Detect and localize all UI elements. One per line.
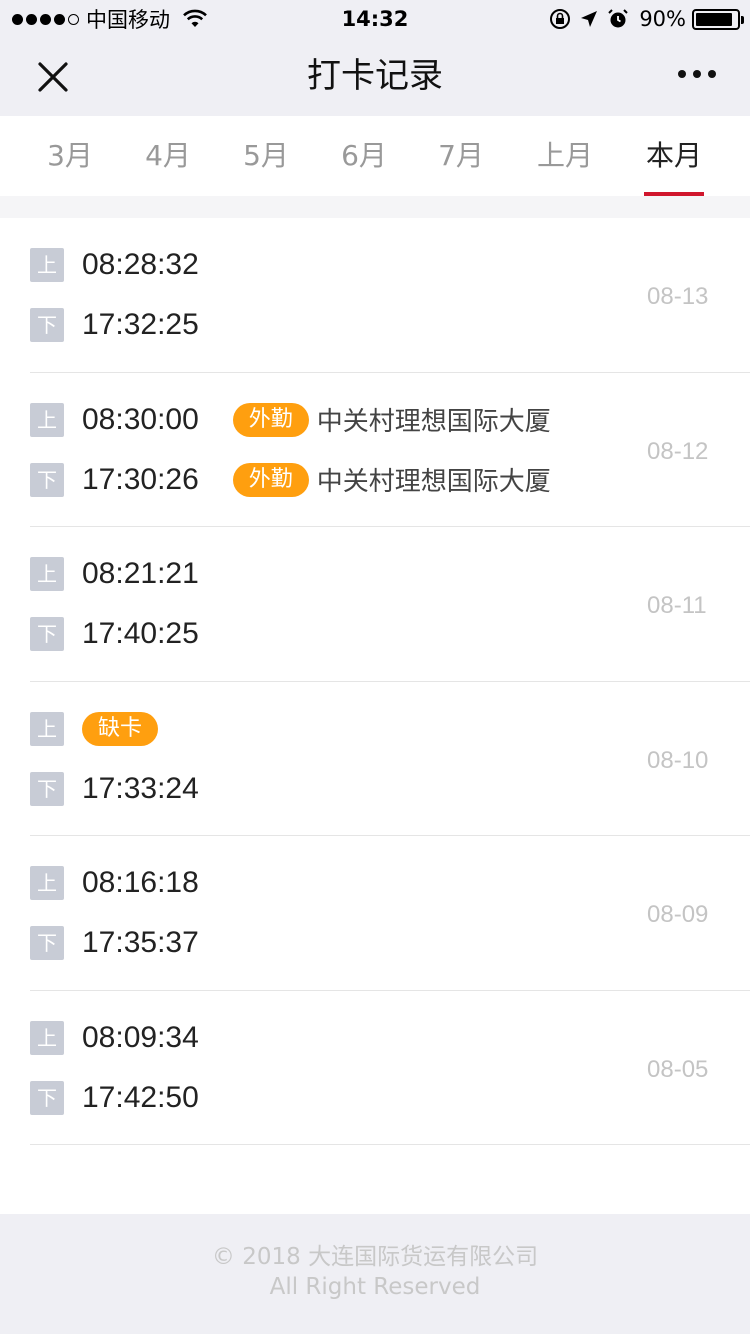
clock-out-row: 下 17:33:24 — [30, 771, 199, 806]
attendance-record[interactable]: 上 08:09:34 下 17:42:50 08-05 — [0, 991, 750, 1146]
tab-4[interactable]: 7月 — [416, 116, 506, 196]
punch-time: 17:33:24 — [82, 771, 199, 805]
tab-0[interactable]: 3月 — [25, 116, 115, 196]
location-icon — [581, 11, 598, 27]
clock-out-row: 下 17:30:26 外勤 中关村理想国际大厦 — [30, 462, 551, 497]
punch-time: 08:16:18 — [82, 866, 199, 899]
alarm-icon — [608, 9, 629, 28]
clock-in-row: 上 08:30:00 外勤 中关村理想国际大厦 — [30, 402, 551, 437]
attendance-record[interactable]: 上 08:21:21 下 17:40:25 08-11 — [0, 527, 750, 682]
clock-out-tag: 下 — [30, 926, 64, 960]
record-date: 08-10 — [647, 746, 709, 774]
battery-fill — [696, 12, 732, 26]
clock-out-row: 下 17:35:37 — [30, 926, 199, 960]
footer-copyright: © 2018 大连国际货运有限公司 — [211, 1244, 539, 1270]
punch-location: 中关村理想国际大厦 — [316, 407, 551, 437]
record-date: 08-09 — [647, 901, 709, 928]
clock-out-tag: 下 — [30, 308, 64, 342]
punch-location: 中关村理想国际大厦 — [316, 467, 551, 497]
field-work-badge: 外勤 — [232, 462, 309, 497]
record-date: 08-11 — [647, 592, 707, 619]
page-title: 打卡记录 — [307, 56, 443, 96]
missing-punch-badge: 缺卡 — [82, 711, 159, 746]
attendance-record[interactable]: 上 08:30:00 外勤 中关村理想国际大厦下 17:30:26 外勤 中关村理想国际大厦… — [0, 373, 750, 528]
clock-in-row: 上缺卡 — [30, 711, 159, 746]
record-date: 08-05 — [647, 1055, 709, 1083]
battery-percent: 90% — [639, 7, 686, 31]
clock-in-row: 上 08:21:21 — [30, 557, 199, 591]
clock-out-row: 下 17:32:25 — [30, 308, 199, 342]
clock-in-tag: 上 — [30, 248, 64, 282]
more-dot — [693, 70, 701, 78]
record-date: 08-13 — [647, 283, 709, 310]
clock-out-tag: 下 — [30, 771, 64, 806]
orientation-lock-icon — [550, 9, 571, 29]
battery-icon — [692, 8, 744, 30]
clock-in-row: 上 08:16:18 — [30, 866, 199, 900]
field-work-badge: 外勤 — [232, 402, 309, 437]
status-bar: 中国移动 14:32 90% — [0, 0, 750, 38]
attendance-record-list: 上 08:28:32 下 17:32:25 08-13 上 08:30:00 外勤 中关村理想国… — [0, 218, 750, 1145]
tab-3[interactable]: 6月 — [319, 116, 409, 196]
clock-in-row: 上 08:09:34 — [30, 1020, 199, 1055]
clock-out-tag: 下 — [30, 1080, 64, 1115]
clock-in-tag: 上 — [30, 1020, 64, 1055]
clock-in-tag: 上 — [30, 711, 64, 746]
tab-1[interactable]: 4月 — [123, 116, 213, 196]
more-dot — [708, 70, 716, 78]
tab-6[interactable]: 本月 — [629, 116, 719, 196]
punch-time: 08:21:21 — [82, 557, 199, 590]
clock-in-tag: 上 — [30, 866, 64, 900]
more-dot — [678, 70, 686, 78]
tab-2[interactable]: 5月 — [221, 116, 311, 196]
punch-time: 17:35:37 — [82, 926, 199, 959]
battery-tip — [741, 15, 744, 24]
punch-time: 08:28:32 — [82, 248, 199, 281]
clock-out-row: 下 17:42:50 — [30, 1080, 199, 1115]
attendance-record[interactable]: 上 08:16:18 下 17:35:37 08-09 — [0, 836, 750, 991]
punch-time: 17:30:26 — [82, 462, 199, 496]
clock-in-tag: 上 — [30, 557, 64, 591]
clock-out-row: 下 17:40:25 — [30, 617, 199, 651]
section-gap — [0, 196, 750, 218]
clock-in-row: 上 08:28:32 — [30, 248, 199, 282]
record-date: 08-12 — [647, 437, 709, 465]
more-icon[interactable] — [671, 70, 716, 78]
month-tabs: 3月 4月 5月 6月 7月 上月 本月 — [0, 116, 750, 196]
punch-time: 17:32:25 — [82, 308, 199, 341]
attendance-record[interactable]: 上缺卡下 17:33:24 08-10 — [0, 682, 750, 837]
punch-time: 17:40:25 — [82, 617, 199, 650]
punch-time: 08:30:00 — [82, 402, 199, 436]
footer: © 2018 大连国际货运有限公司 All Right Reserved — [0, 1214, 750, 1334]
nav-bar: 打卡记录 — [0, 38, 750, 116]
clock-out-tag: 下 — [30, 617, 64, 651]
attendance-record[interactable]: 上 08:28:32 下 17:32:25 08-13 — [0, 218, 750, 373]
footer-rights: All Right Reserved — [269, 1274, 481, 1300]
punch-time: 08:09:34 — [82, 1020, 199, 1054]
punch-time: 17:42:50 — [82, 1080, 199, 1114]
tab-5[interactable]: 上月 — [520, 116, 610, 196]
status-right: 90% — [541, 4, 744, 34]
clock-in-tag: 上 — [30, 402, 64, 437]
clock-out-tag: 下 — [30, 462, 64, 497]
